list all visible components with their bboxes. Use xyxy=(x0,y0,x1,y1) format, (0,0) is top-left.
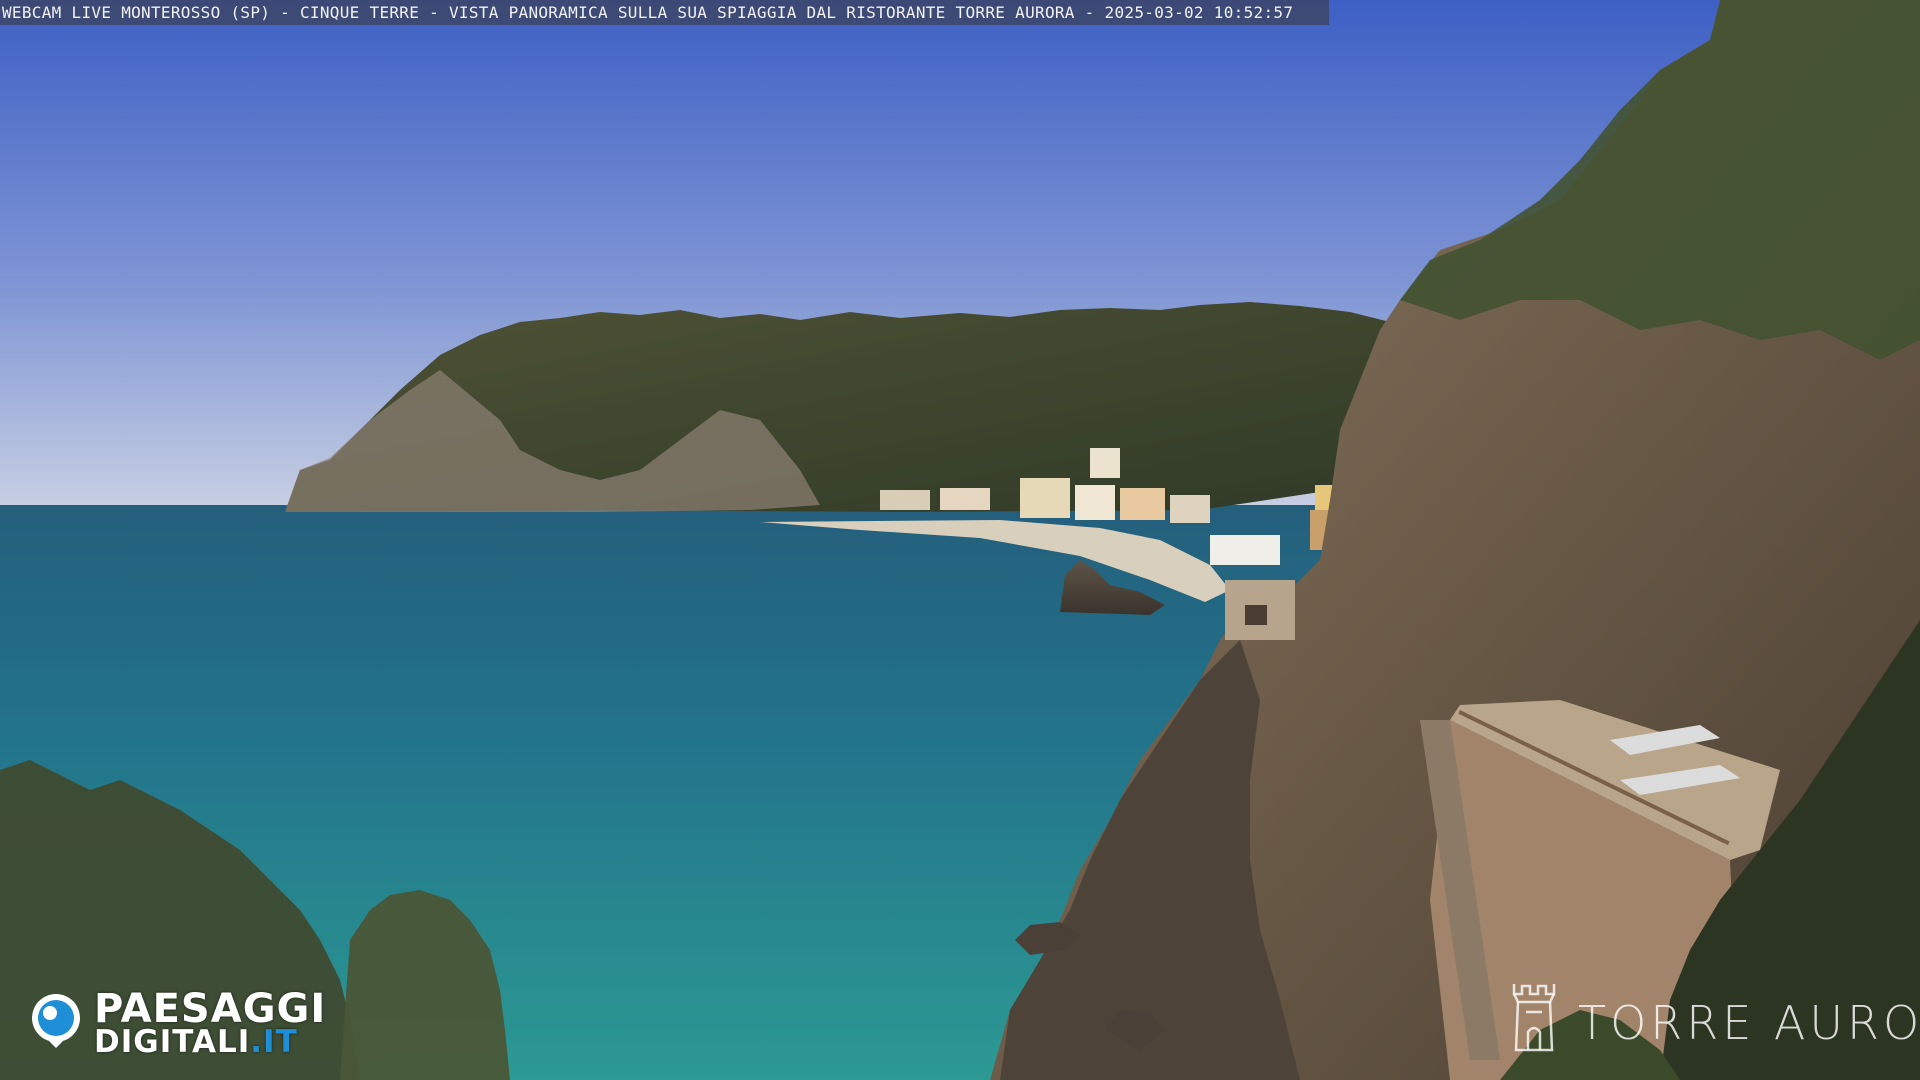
logo-wordmark-digitali: DIGITALI xyxy=(94,1024,251,1060)
paesaggi-digitali-logo: PAESAGGI DIGITALI.IT xyxy=(28,986,338,1060)
eye-lens-icon xyxy=(32,994,80,1048)
webcam-scene xyxy=(0,0,1920,1080)
tower-icon xyxy=(1512,984,1556,1052)
logo-wordmark-tld: .IT xyxy=(250,1024,298,1060)
torre-aurora-wordmark: TORRE AURORA xyxy=(1578,996,1920,1050)
webcam-caption: WEBCAM LIVE MONTEROSSO (SP) - CINQUE TER… xyxy=(0,0,1329,25)
torre-aurora-logo: TORRE AURORA xyxy=(1506,980,1920,1060)
logo-wordmark-line2: DIGITALI.IT xyxy=(94,1024,298,1060)
